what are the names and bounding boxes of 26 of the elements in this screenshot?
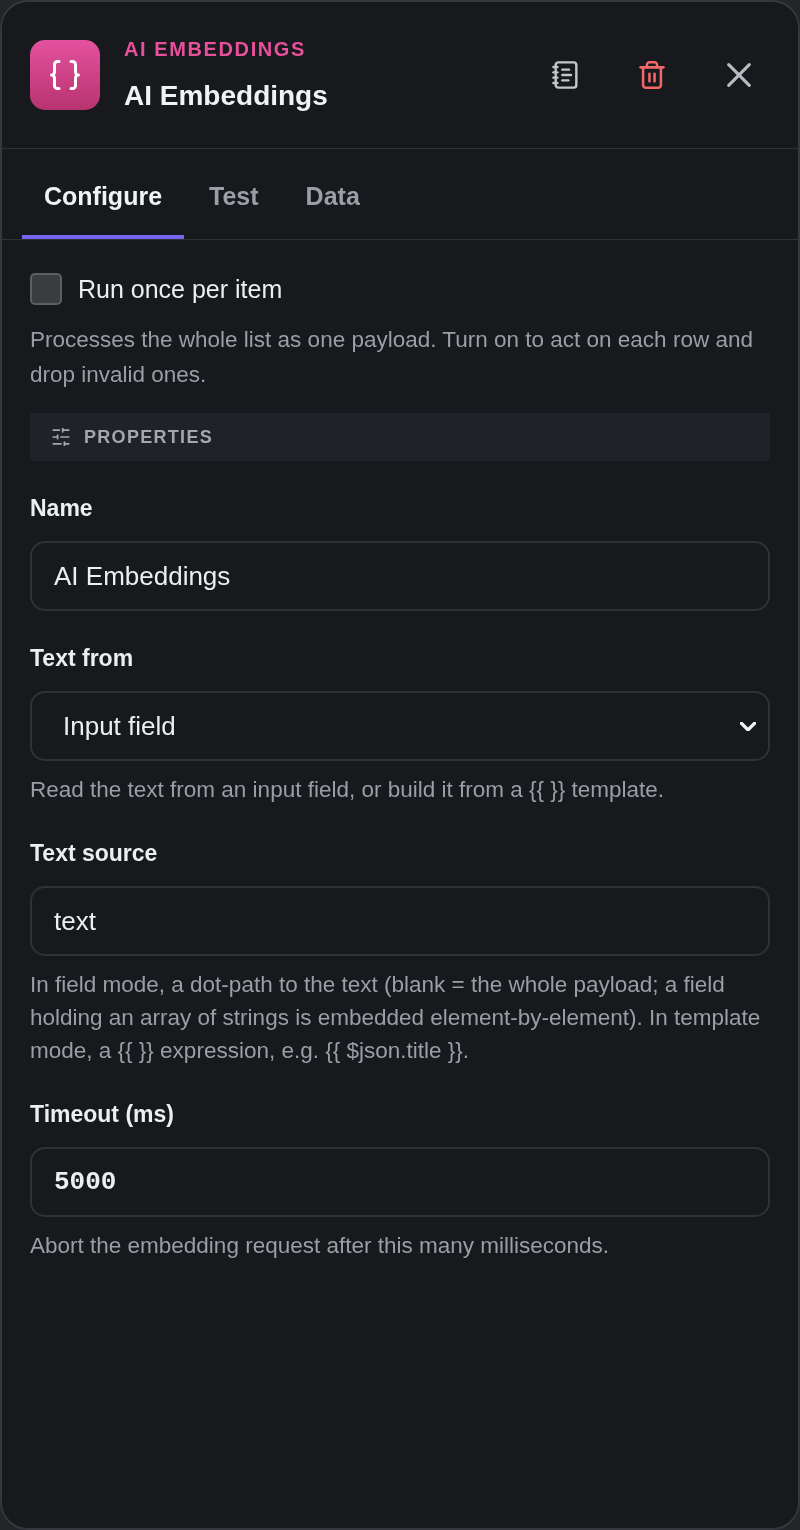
section-title: PROPERTIES xyxy=(84,426,214,449)
field-hint: Read the text from an input field, or build it from a {{ }} template. xyxy=(30,776,666,804)
field-hint: In field mode, a dot-path to the text (blank = the whole payload; a field holding an array of strings is embedded element-by-element). In template mode, a {{ }} expression, e.g. {{ $json.title }}. xyxy=(30,971,762,1065)
number-field[interactable]: 5000 xyxy=(30,1147,770,1217)
checkbox-label[interactable]: Run once per item xyxy=(78,274,283,304)
node-category: AI EMBEDDINGS xyxy=(124,37,307,61)
trash-icon xyxy=(638,61,666,89)
checkbox-description: Processes the whole list as one payload. Turn on to act on each row and drop invalid ones. xyxy=(30,326,754,389)
field-label: Timeout (ms) xyxy=(30,1100,175,1129)
dropdown[interactable]: Input field xyxy=(30,691,770,761)
field-label: Name xyxy=(30,494,94,523)
node-title: AI Embeddings xyxy=(124,79,328,113)
tab[interactable]: Test xyxy=(187,165,281,239)
notebook-icon xyxy=(551,61,579,89)
text-field[interactable]: text xyxy=(30,886,770,956)
sliders-icon xyxy=(52,428,70,446)
close-icon xyxy=(727,63,751,87)
field-label: Text source xyxy=(30,839,159,868)
checkbox[interactable] xyxy=(30,273,62,305)
chevron-down-icon xyxy=(740,721,756,731)
text-field[interactable]: AI Embeddings xyxy=(30,541,770,611)
field-label: Text from xyxy=(30,644,135,673)
tab[interactable]: Configure xyxy=(22,165,185,239)
field-hint: Abort the embedding request after this many milliseconds. xyxy=(30,1232,611,1260)
braces-icon xyxy=(30,40,100,110)
tab[interactable]: Data xyxy=(283,165,382,239)
